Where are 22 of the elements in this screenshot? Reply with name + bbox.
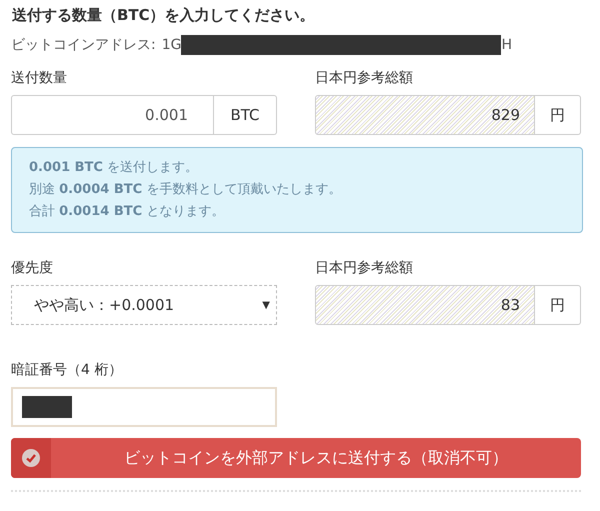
field-label: 暗証番号（4 桁）: [11, 361, 124, 379]
address-label: ビットコインアドレス:: [11, 36, 156, 54]
field-label: 日本円参考総額: [315, 69, 414, 87]
check-icon: [22, 449, 40, 467]
yen-fee-field[interactable]: 83: [315, 285, 535, 325]
unit-addon: 円: [535, 95, 581, 135]
unit-addon: 円: [535, 285, 581, 325]
notice-line: 合計 0.0014 BTC となります。: [29, 203, 226, 221]
field-label: 送付数量: [11, 69, 68, 87]
address-start: 1G: [162, 37, 182, 53]
submit-button[interactable]: ビットコインを外部アドレスに送付する（取消不可）: [11, 438, 581, 478]
address-end: H: [501, 37, 512, 53]
field-label: 優先度: [11, 259, 54, 277]
yen-amount-field[interactable]: 829: [315, 95, 535, 135]
unit-addon: BTC: [214, 95, 277, 135]
form-heading: 送付する数量（BTC）を入力してください。: [11, 6, 316, 25]
amount-field[interactable]: 0.001: [11, 95, 214, 135]
pin-field[interactable]: [11, 387, 277, 427]
field-label: 日本円参考総額: [315, 259, 414, 277]
notice-line: 別途 0.0004 BTC を手数料として頂戴いたします。: [29, 181, 342, 199]
priority-select[interactable]: やや高い：+0.0001 ▼: [11, 285, 277, 325]
notice-line: 0.001 BTC を送付します。: [29, 159, 200, 177]
